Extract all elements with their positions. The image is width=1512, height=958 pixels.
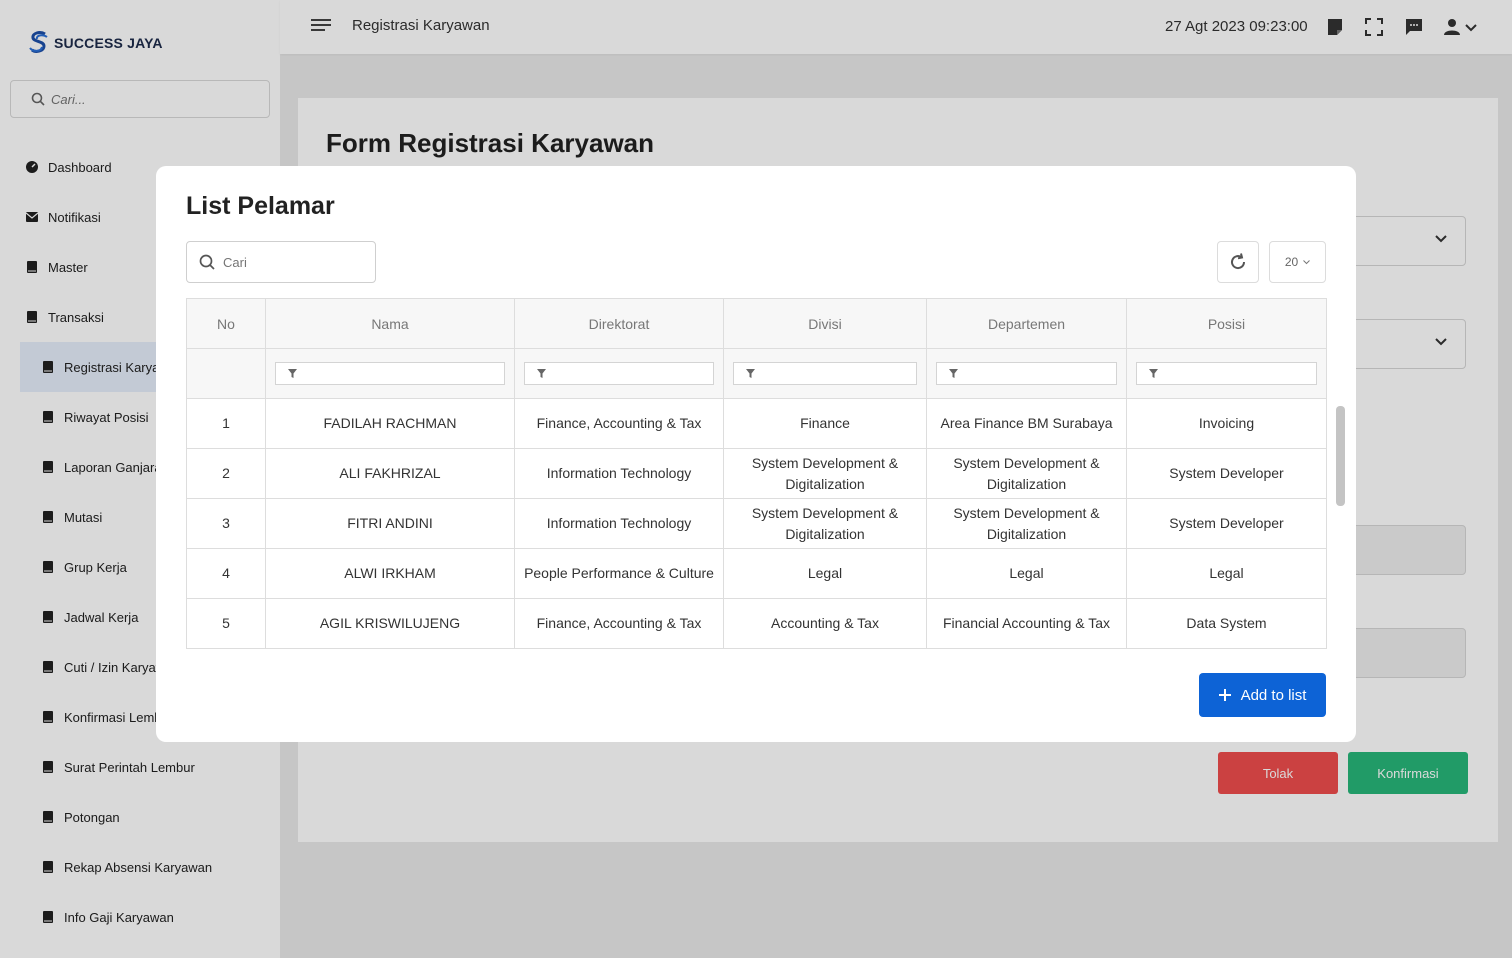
modal-title: List Pelamar xyxy=(186,192,335,220)
filter-icon xyxy=(746,369,755,378)
cell-no: 3 xyxy=(186,498,266,549)
cell-nama: ALI FAKHRIZAL xyxy=(265,448,515,499)
cell-posisi: System Developer xyxy=(1126,448,1327,499)
cell-departemen: Financial Accounting & Tax xyxy=(926,598,1127,649)
cell-nama: AGIL KRISWILUJENG xyxy=(265,598,515,649)
column-header-departemen[interactable]: Departemen xyxy=(926,298,1127,349)
cell-no: 4 xyxy=(186,548,266,599)
refresh-icon xyxy=(1231,253,1246,270)
modal-search-input[interactable] xyxy=(223,254,363,270)
table-row[interactable]: 1 FADILAH RACHMAN Finance, Accounting & … xyxy=(186,398,1327,449)
add-to-list-label: Add to list xyxy=(1240,686,1307,704)
filter-icon xyxy=(537,369,546,378)
filter-icon xyxy=(288,369,297,378)
cell-direktorat: Finance, Accounting & Tax xyxy=(514,598,724,649)
filter-icon xyxy=(949,369,958,378)
cell-posisi: Legal xyxy=(1126,548,1327,599)
cell-no: 5 xyxy=(186,598,266,649)
cell-departemen: System Development & Digitalization xyxy=(926,448,1127,499)
filter-cell xyxy=(514,348,724,399)
filter-cell xyxy=(926,348,1127,399)
cell-departemen: Legal xyxy=(926,548,1127,599)
column-header-posisi[interactable]: Posisi xyxy=(1126,298,1327,349)
filter-cell xyxy=(265,348,515,399)
cell-divisi: Finance xyxy=(723,398,927,449)
column-header-nama[interactable]: Nama xyxy=(265,298,515,349)
filter-direktorat-input[interactable] xyxy=(524,362,714,385)
page-size-select[interactable]: 20 xyxy=(1269,241,1326,283)
plus-icon xyxy=(1218,689,1231,701)
refresh-button[interactable] xyxy=(1217,241,1259,283)
filter-divisi-input[interactable] xyxy=(733,362,917,385)
cell-direktorat: Finance, Accounting & Tax xyxy=(514,398,724,449)
cell-posisi: Invoicing xyxy=(1126,398,1327,449)
table-scrollbar[interactable] xyxy=(1336,406,1345,506)
filter-cell-empty xyxy=(186,348,266,399)
column-header-no[interactable]: No xyxy=(186,298,266,349)
filter-icon xyxy=(1149,369,1158,378)
cell-departemen: Area Finance BM Surabaya xyxy=(926,398,1127,449)
cell-nama: FADILAH RACHMAN xyxy=(265,398,515,449)
table-row[interactable]: 4 ALWI IRKHAM People Performance & Cultu… xyxy=(186,548,1327,599)
chevron-down-icon xyxy=(1303,259,1311,264)
applicant-table: No Nama Direktorat Divisi Departemen Pos… xyxy=(186,298,1327,649)
cell-direktorat: Information Technology xyxy=(514,498,724,549)
cell-divisi: System Development & Digitalization xyxy=(723,498,927,549)
add-to-list-button[interactable]: Add to list xyxy=(1199,673,1326,717)
cell-no: 1 xyxy=(186,398,266,449)
applicant-list-modal: List Pelamar 20 No Nama Direktorat Divis… xyxy=(156,166,1356,742)
cell-departemen: System Development & Digitalization xyxy=(926,498,1127,549)
cell-nama: ALWI IRKHAM xyxy=(265,548,515,599)
column-header-divisi[interactable]: Divisi xyxy=(723,298,927,349)
cell-direktorat: People Performance & Culture xyxy=(514,548,724,599)
filter-cell xyxy=(723,348,927,399)
table-row[interactable]: 3 FITRI ANDINI Information Technology Sy… xyxy=(186,498,1327,549)
cell-divisi: Legal xyxy=(723,548,927,599)
filter-cell xyxy=(1126,348,1327,399)
cell-direktorat: Information Technology xyxy=(514,448,724,499)
cell-posisi: System Developer xyxy=(1126,498,1327,549)
cell-posisi: Data System xyxy=(1126,598,1327,649)
table-row[interactable]: 5 AGIL KRISWILUJENG Finance, Accounting … xyxy=(186,598,1327,649)
table-row[interactable]: 2 ALI FAKHRIZAL Information Technology S… xyxy=(186,448,1327,499)
search-icon xyxy=(199,254,215,270)
cell-nama: FITRI ANDINI xyxy=(265,498,515,549)
filter-departemen-input[interactable] xyxy=(936,362,1117,385)
page-size-value: 20 xyxy=(1284,255,1299,269)
cell-divisi: System Development & Digitalization xyxy=(723,448,927,499)
cell-no: 2 xyxy=(186,448,266,499)
column-header-direktorat[interactable]: Direktorat xyxy=(514,298,724,349)
filter-nama-input[interactable] xyxy=(275,362,505,385)
modal-search[interactable] xyxy=(186,241,376,283)
cell-divisi: Accounting & Tax xyxy=(723,598,927,649)
filter-posisi-input[interactable] xyxy=(1136,362,1317,385)
